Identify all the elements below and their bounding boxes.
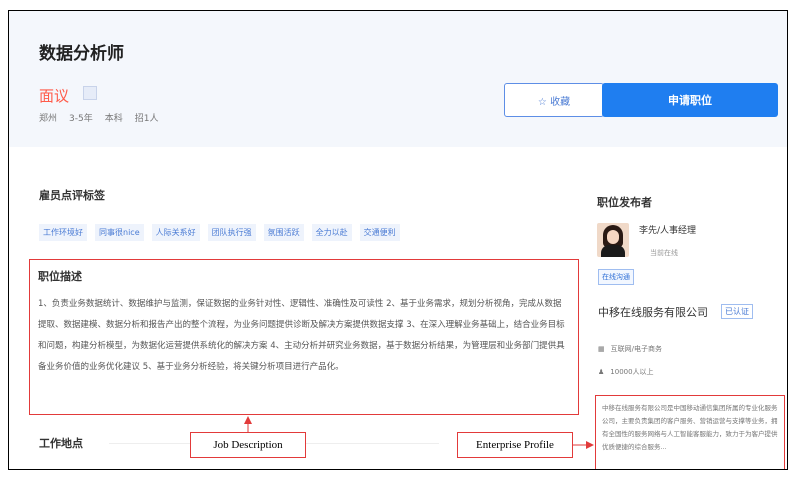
job-detail-page: 数据分析师 面议 郑州 3-5年 本科 招1人 ☆ 收藏 申请职位 雇员点评标签… [8, 10, 788, 470]
annotation-arrows [244, 416, 594, 449]
